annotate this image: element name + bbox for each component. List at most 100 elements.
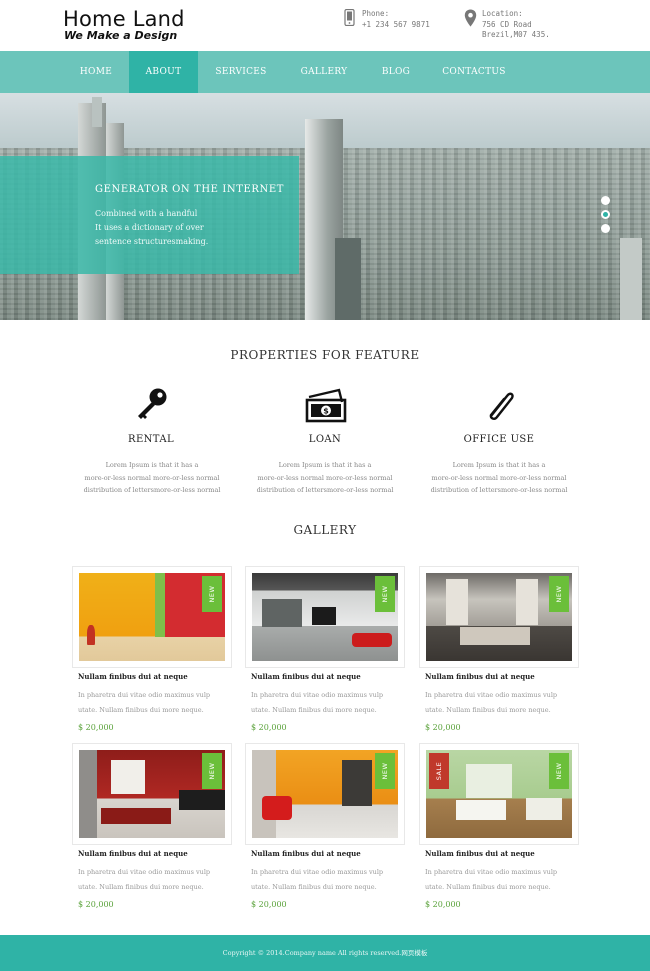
badge-text: NEW [208, 762, 216, 780]
new-badge: NEW [549, 753, 569, 789]
hero-building [92, 97, 102, 127]
slider-dot-2[interactable] [601, 210, 610, 219]
slider-dot-3[interactable] [601, 224, 610, 233]
hero-text-line: It uses a dictionary of over [95, 223, 204, 232]
card-desc: In pharetra dui vitae odio maximus vulp … [425, 865, 557, 894]
badge-text: NEW [208, 585, 216, 603]
badge-text: SALE [435, 761, 443, 781]
site-header: Home Land We Make a Design Phone: +1 234… [0, 0, 650, 51]
nav-gallery[interactable]: GALLERY [284, 51, 364, 93]
new-badge: NEW [375, 576, 395, 612]
feature-label-rental: RENTAL [128, 434, 174, 445]
slider-dot-1[interactable] [601, 196, 610, 205]
feature-label-office-use: OFFICE USE [463, 434, 535, 445]
gallery-card[interactable]: NEW Nullam finibus dui at neque In phare… [72, 743, 232, 909]
card-price: $ 20,000 [251, 900, 287, 909]
card-desc: In pharetra dui vitae odio maximus vulp … [425, 688, 557, 717]
card-desc-line: In pharetra dui vitae odio maximus vulp [251, 868, 384, 876]
card-price: $ 20,000 [425, 723, 461, 732]
card-desc: In pharetra dui vitae odio maximus vulp … [251, 688, 383, 717]
gallery-thumb-frame: NEW [245, 743, 405, 845]
phone-contact: Phone: +1 234 567 9871 [344, 9, 430, 31]
card-desc: In pharetra dui vitae odio maximus vulp … [78, 865, 210, 894]
card-desc-line: In pharetra dui vitae odio maximus vulp [78, 691, 211, 699]
logo-title[interactable]: Home Land [63, 7, 185, 31]
money-icon[interactable]: $ [305, 388, 347, 424]
gallery-thumb-frame: NEW [245, 566, 405, 668]
properties-title: PROPERTIES FOR FEATURE [230, 348, 420, 362]
card-title[interactable]: Nullam finibus dui at neque [425, 672, 535, 681]
location-line2: Brezil,M07 435. [482, 30, 550, 39]
gallery-thumb-frame: NEW [419, 566, 579, 668]
hero-title: GENERATOR ON THE INTERNET [95, 184, 285, 195]
nav-contactus[interactable]: CONTACTUS [428, 51, 520, 93]
hero-building [620, 238, 642, 320]
feature-desc-line: Lorem Ipsum is that it has a [452, 461, 546, 469]
hero-slider: GENERATOR ON THE INTERNET Combined with … [0, 93, 650, 320]
card-price: $ 20,000 [251, 723, 287, 732]
feature-desc-line: distribution of lettersmore-or-less norm… [83, 486, 221, 494]
gallery-thumb-frame: SALE NEW [419, 743, 579, 845]
card-desc-line: utate. Nullam finibus dui more neque. [425, 882, 551, 891]
gallery-thumb-frame: NEW [72, 743, 232, 845]
feature-desc-rental: Lorem Ipsum is that it has a more-or-les… [67, 459, 237, 497]
gallery-card[interactable]: NEW Nullam finibus dui at neque In phare… [245, 743, 405, 909]
feature-desc-line: more-or-less normal more-or-less normal [431, 473, 567, 482]
card-desc-line: In pharetra dui vitae odio maximus vulp [425, 691, 558, 699]
phone-number[interactable]: +1 234 567 9871 [362, 20, 430, 31]
gallery-card[interactable]: NEW Nullam finibus dui at neque In phare… [245, 566, 405, 732]
card-desc-line: utate. Nullam finibus dui more neque. [251, 705, 377, 714]
card-title[interactable]: Nullam finibus dui at neque [78, 672, 188, 681]
phone-label: Phone: [362, 9, 390, 18]
hero-caption-panel: GENERATOR ON THE INTERNET Combined with … [0, 156, 299, 274]
card-desc-line: In pharetra dui vitae odio maximus vulp [425, 868, 558, 876]
card-desc-line: In pharetra dui vitae odio maximus vulp [251, 691, 384, 699]
map-pin-icon [464, 9, 477, 27]
card-title[interactable]: Nullam finibus dui at neque [425, 849, 535, 858]
location-line1: 756 CD Road [482, 19, 532, 29]
card-desc-line: utate. Nullam finibus dui more neque. [425, 705, 551, 714]
new-badge: NEW [202, 753, 222, 789]
feature-desc-line: more-or-less normal more-or-less normal [84, 473, 220, 482]
gallery-card[interactable]: NEW Nullam finibus dui at neque In phare… [72, 566, 232, 732]
paperclip-icon[interactable] [479, 386, 519, 422]
badge-text: NEW [381, 585, 389, 603]
sale-badge: SALE [429, 753, 449, 789]
card-price: $ 20,000 [425, 900, 461, 909]
main-nav: HOME ABOUT SERVICES GALLERY BLOG CONTACT… [0, 51, 650, 93]
badge-text: NEW [555, 762, 563, 780]
card-price: $ 20,000 [78, 900, 114, 909]
feature-desc-line: distribution of lettersmore-or-less norm… [256, 486, 394, 494]
gallery-card[interactable]: NEW Nullam finibus dui at neque In phare… [419, 566, 579, 732]
new-badge: NEW [202, 576, 222, 612]
feature-label-loan: LOAN [308, 434, 342, 445]
badge-text: NEW [381, 762, 389, 780]
location-label: Location: [482, 9, 523, 18]
card-desc: In pharetra dui vitae odio maximus vulp … [251, 865, 383, 894]
nav-about[interactable]: ABOUT [129, 51, 198, 93]
hero-text-line: sentence structuresmaking. [95, 237, 209, 246]
feature-desc-office-use: Lorem Ipsum is that it has a more-or-les… [414, 459, 584, 497]
nav-services[interactable]: SERVICES [198, 51, 284, 93]
nav-home[interactable]: HOME [63, 51, 129, 93]
svg-text:$: $ [323, 407, 329, 416]
key-icon[interactable] [131, 386, 171, 422]
card-desc-line: utate. Nullam finibus dui more neque. [78, 882, 204, 891]
card-title[interactable]: Nullam finibus dui at neque [251, 849, 361, 858]
card-price: $ 20,000 [78, 723, 114, 732]
hero-building [335, 238, 361, 320]
location-contact: Location: 756 CD Road Brezil,M07 435. [464, 9, 550, 41]
card-title[interactable]: Nullam finibus dui at neque [251, 672, 361, 681]
nav-blog[interactable]: BLOG [364, 51, 428, 93]
card-title[interactable]: Nullam finibus dui at neque [78, 849, 188, 858]
new-badge: NEW [549, 576, 569, 612]
gallery-thumb-frame: NEW [72, 566, 232, 668]
hero-text-line: Combined with a handful [95, 209, 198, 218]
card-desc-line: utate. Nullam finibus dui more neque. [251, 882, 377, 891]
new-badge: NEW [375, 753, 395, 789]
badge-text: NEW [555, 585, 563, 603]
feature-desc-line: distribution of lettersmore-or-less norm… [430, 486, 568, 494]
gallery-card[interactable]: SALE NEW Nullam finibus dui at neque In … [419, 743, 579, 909]
site-footer: Copyright © 2014.Company name All rights… [0, 935, 650, 971]
feature-desc-line: more-or-less normal more-or-less normal [257, 473, 393, 482]
